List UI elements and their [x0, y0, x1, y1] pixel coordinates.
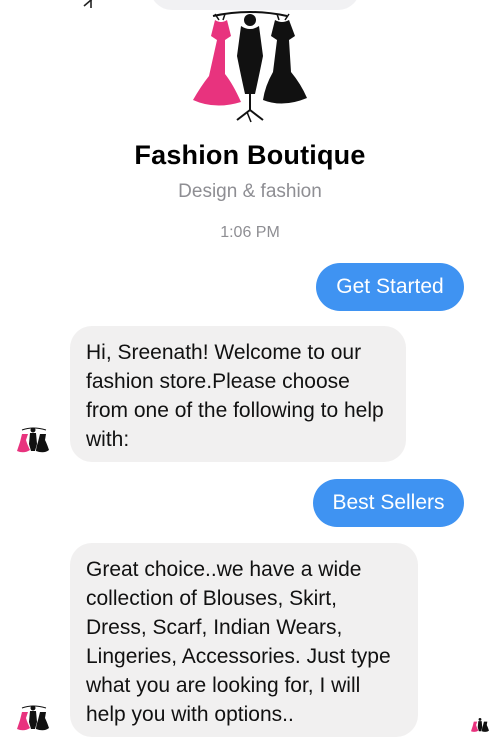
bot-avatar-icon: [17, 705, 49, 731]
incoming-message: Hi, Sreenath! Welcome to our fashion sto…: [70, 326, 406, 462]
outgoing-message-get-started: Get Started: [316, 263, 464, 311]
incoming-message: Great choice..we have a wide collection …: [70, 543, 418, 737]
timestamp: 1:06 PM: [220, 224, 280, 241]
boutique-logo-fragment-icon: [83, 0, 93, 8]
outgoing-message-best-sellers: Best Sellers: [313, 479, 464, 527]
boutique-logo-icon: [193, 11, 307, 123]
seen-receipt-icon: [471, 717, 489, 732]
page-subtitle: Design & fashion: [178, 181, 322, 202]
bot-avatar-icon: [17, 427, 49, 453]
page-title: Fashion Boutique: [134, 140, 366, 170]
